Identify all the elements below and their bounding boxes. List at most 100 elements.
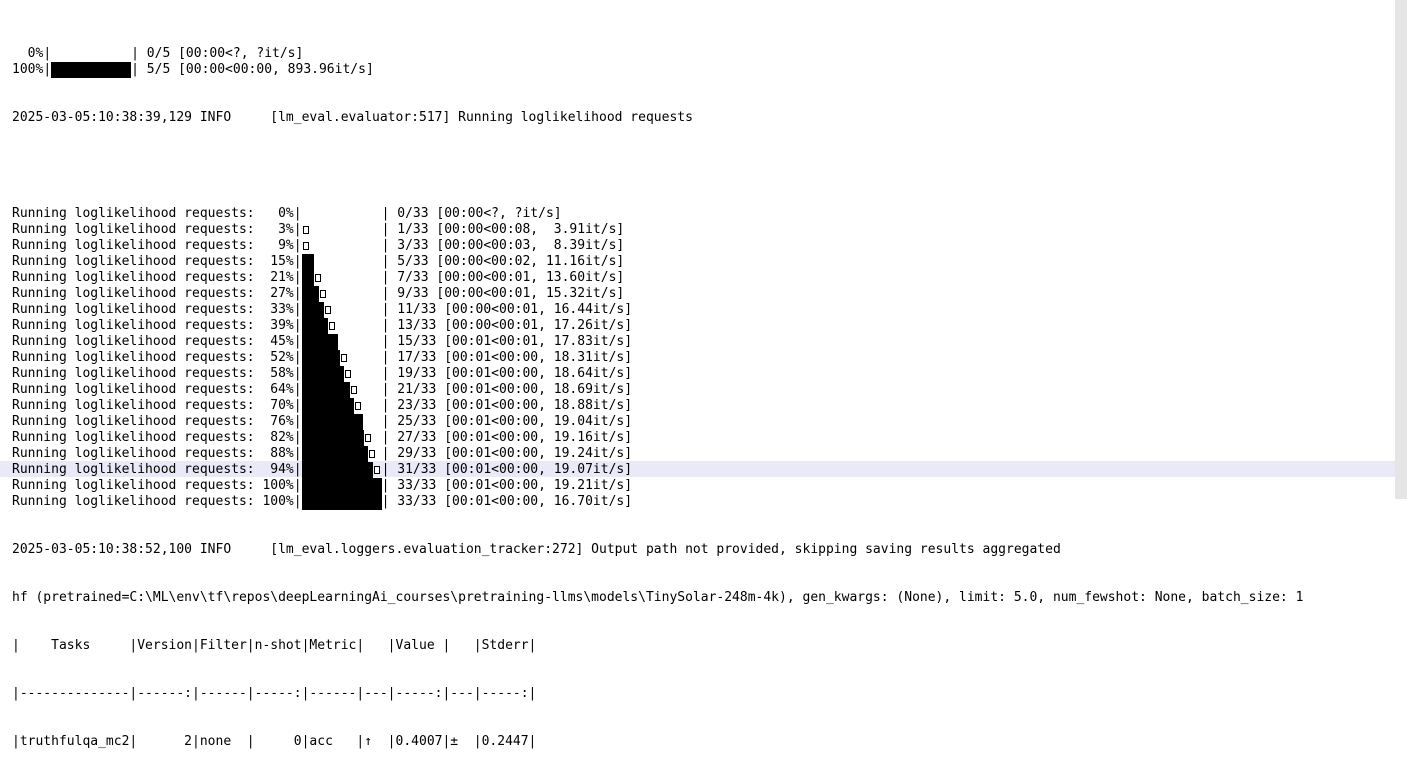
bar-left-edge: | [293,478,302,493]
hf-config-line: hf (pretrained=C:\ML\env\tf\repos\deepLe… [12,590,1304,605]
progress-bar-partial-block [328,322,335,330]
progress-label: Running loglikelihood requests: [12,382,263,397]
progress-percent: 70% [262,398,294,413]
progress-bar-fill [301,478,382,494]
progress-bar-partial-block [373,466,380,474]
progress-percent: 33% [262,302,294,317]
progress-bar [301,350,382,366]
results-table-header: | Tasks |Version|Filter|n-shot|Metric| |… [12,638,537,653]
progress-line: Running loglikelihood requests: 94%| | 31… [12,462,1303,478]
bar-left-edge: | [293,270,302,285]
progress-line: Running loglikelihood requests: 9%| | 3/3… [12,238,1303,254]
progress-bar-fill [301,366,344,382]
results-table-row: |truthfulqa_mc2| 2|none | 0|acc |↑ |0.40… [12,734,537,749]
progress-label: Running loglikelihood requests: [12,462,263,477]
progress-bar [302,238,382,254]
progress-line: Running loglikelihood requests: 58%| | 19… [12,366,1303,382]
progress-line: Running loglikelihood requests: 3%| | 1/3… [12,222,1303,238]
progress-bar [301,302,382,318]
progress-label: Running loglikelihood requests: [12,478,263,493]
progress-bar-partial-block [319,290,326,298]
progress-percent: 21% [262,270,294,285]
log-line-evaluator: 2025-03-05:10:38:39,129 INFO [lm_eval.ev… [12,110,693,125]
progress-stats: | 31/33 [00:01<00:00, 19.07it/s] [381,462,633,477]
progress-percent: 0% [262,206,294,221]
progress-bar-fill [301,398,354,414]
progress-stats: | 21/33 [00:01<00:00, 18.69it/s] [381,382,633,397]
bar-left-edge: | [293,350,302,365]
bar-left-edge: | [293,318,302,333]
progress-stats: | 0/33 [00:00<?, ?it/s] [381,206,562,221]
progress-line: Running loglikelihood requests: 70%| | 23… [12,398,1303,414]
progress-label: Running loglikelihood requests: [12,494,263,509]
bar-left-edge: | [293,286,302,301]
progress-bar-partial-block [340,354,347,362]
progress-label: Running loglikelihood requests: [12,222,263,237]
progress-bar-fill [301,270,314,286]
progress-percent: 15% [262,254,294,269]
bar-left-edge: | [293,238,302,253]
progress-percent: 88% [262,446,294,461]
progress-line: Running loglikelihood requests: 15%| | 5/… [12,254,1303,270]
progress-line: Running loglikelihood requests: 52%| | 17… [12,350,1303,366]
progress-line: 0%| | 0/5 [00:00<?, ?it/s] [12,46,1303,62]
bar-left-edge: | [293,382,302,397]
progress-stats: | 15/33 [00:01<00:01, 17.83it/s] [381,334,633,349]
progress-line: Running loglikelihood requests: 76%| | 25… [12,414,1303,430]
progress-percent: 94% [262,462,294,477]
progress-bar-partial-block [314,274,321,282]
progress-bar [301,446,382,462]
progress-bar-fill [301,382,350,398]
progress-bar [301,414,382,430]
progress-bar-partial-block [344,370,351,378]
progress-percent: 64% [262,382,294,397]
progress-percent: 58% [262,366,294,381]
bar-left-edge: | [293,366,302,381]
progress-percent: 39% [262,318,294,333]
progress-stats: | 5/33 [00:00<00:02, 11.16it/s] [381,254,625,269]
progress-bar-fill [301,350,340,366]
progress-percent: 27% [262,286,294,301]
progress-percent: 0% [12,46,44,61]
progress-bar [301,478,382,494]
progress-bar-fill [301,286,319,302]
log-line-tracker: 2025-03-05:10:38:52,100 INFO [lm_eval.lo… [12,542,1061,557]
progress-bar [301,286,382,302]
bar-left-edge: | [293,446,302,461]
scrollbar[interactable] [1395,0,1407,499]
progress-bar [51,62,132,78]
progress-bar-fill [301,462,373,478]
progress-bar-fill [301,254,314,270]
progress-bar-partial-block [368,450,375,458]
progress-stats: | 23/33 [00:01<00:00, 18.88it/s] [381,398,633,413]
progress-percent: 100% [12,62,44,77]
loglikelihood-progress-block: Running loglikelihood requests: 0% | | 0/3… [12,206,1303,510]
progress-bar-partial-block [302,242,309,250]
progress-percent: 76% [262,414,294,429]
bar-left-edge: | [293,334,302,349]
bar-left-edge: | [43,62,52,77]
progress-stats: | 7/33 [00:00<00:01, 13.60it/s] [381,270,625,285]
progress-bar [301,318,382,334]
results-table-separator: |--------------|------:|------|-----:|--… [12,686,537,701]
progress-stats: | 17/33 [00:01<00:00, 18.31it/s] [381,350,633,365]
progress-label: Running loglikelihood requests: [12,430,263,445]
progress-line: Running loglikelihood requests: 82%| | 27… [12,430,1303,446]
progress-label: Running loglikelihood requests: [12,270,263,285]
progress-bar [51,46,131,62]
progress-bar-fill [301,494,382,510]
progress-bar-fill [51,62,132,78]
progress-stats: | 5/5 [00:00<00:00, 893.96it/s] [131,62,374,77]
progress-stats: | 33/33 [00:01<00:00, 19.21it/s] [381,478,633,493]
progress-percent: 82% [262,430,294,445]
progress-line: Running loglikelihood requests: 45%| | 15… [12,334,1303,350]
progress-line: Running loglikelihood requests: 100%| | 3… [12,494,1303,510]
progress-bar [301,254,382,270]
progress-bar-partial-block [350,386,357,394]
progress-bar [301,430,382,446]
progress-line: Running loglikelihood requests: 64%| | 21… [12,382,1303,398]
progress-label: Running loglikelihood requests: [12,334,263,349]
progress-label: Running loglikelihood requests: [12,366,263,381]
bar-left-edge: | [293,430,302,445]
